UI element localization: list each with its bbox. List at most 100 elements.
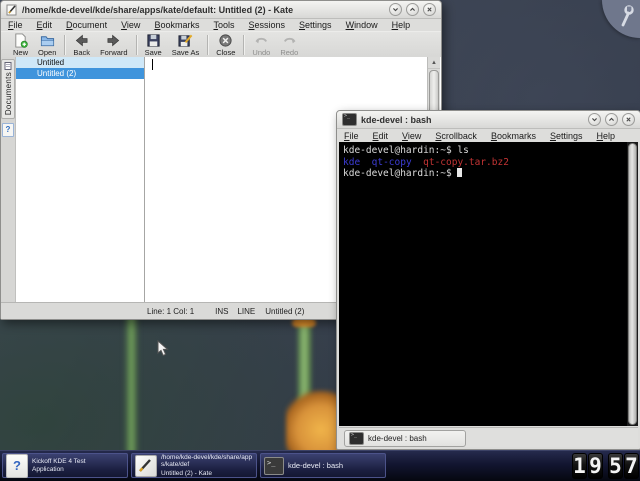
help-icon[interactable]: ? xyxy=(2,123,14,137)
close-button[interactable] xyxy=(423,3,436,16)
konsole-menu-edit[interactable]: Edit xyxy=(366,130,396,142)
status-selection-mode: LINE xyxy=(237,307,255,316)
kate-menu-help[interactable]: Help xyxy=(385,19,418,31)
toolbar-label: Save xyxy=(145,49,162,57)
kate-menu-document[interactable]: Document xyxy=(59,19,114,31)
kate-icon xyxy=(135,455,157,477)
kate-menu-bookmarks[interactable]: Bookmarks xyxy=(147,19,206,31)
redo-button[interactable]: Redo xyxy=(275,32,303,58)
clock-digit: 7 xyxy=(624,453,639,479)
minimize-button[interactable] xyxy=(389,3,402,16)
kate-menu-edit[interactable]: Edit xyxy=(30,19,60,31)
kate-window-title: /home/kde-devel/kde/share/apps/kate/defa… xyxy=(22,5,385,15)
pencil-icon xyxy=(138,458,153,473)
taskbar-item-konsole[interactable]: >_ kde-devel : bash xyxy=(260,453,386,478)
undo-icon xyxy=(254,33,269,48)
minimize-icon xyxy=(591,116,598,123)
konsole-window-title: kde-devel : bash xyxy=(361,115,584,125)
konsole-menu-scrollback[interactable]: Scrollback xyxy=(428,130,484,142)
maximize-button[interactable] xyxy=(605,113,618,126)
terminal-line: kde qt-copy qt-copy.tar.bz2 xyxy=(343,157,634,169)
close-document-button[interactable]: Close xyxy=(211,32,240,58)
konsole-menubar: FileEditViewScrollbackBookmarksSettingsH… xyxy=(337,129,640,143)
toolbar-label: Open xyxy=(38,49,56,57)
minimize-button[interactable] xyxy=(588,113,601,126)
maximize-button[interactable] xyxy=(406,3,419,16)
status-insert-mode: INS xyxy=(215,307,228,316)
kate-app-icon xyxy=(6,4,18,16)
open-folder-icon xyxy=(40,33,55,48)
taskbar-item-kate[interactable]: /home/kde-devel/kde/share/apps/kate/def … xyxy=(131,453,257,478)
status-cursor-position: Line: 1 Col: 1 xyxy=(147,307,194,316)
kate-menu-sessions[interactable]: Sessions xyxy=(241,19,292,31)
toolbar-label: Undo xyxy=(252,49,270,57)
forward-button[interactable]: Forward xyxy=(95,32,133,58)
documents-tab-label: Documents xyxy=(4,72,13,115)
kate-menu-view[interactable]: View xyxy=(114,19,147,31)
scrollbar-thumb[interactable] xyxy=(628,143,637,425)
toolbar-separator xyxy=(243,35,244,55)
kate-titlebar[interactable]: /home/kde-devel/kde/share/apps/kate/defa… xyxy=(1,1,441,19)
back-arrow-icon xyxy=(74,33,89,48)
session-tab[interactable]: >_ kde-devel : bash xyxy=(344,430,466,447)
digital-clock[interactable]: 1957 xyxy=(572,453,639,479)
konsole-menu-help[interactable]: Help xyxy=(590,130,623,142)
documents-icon xyxy=(4,62,12,70)
terminal-scrollbar[interactable] xyxy=(627,142,638,426)
document-list-item[interactable]: Untitled xyxy=(16,57,144,68)
session-tab-label: kde-devel : bash xyxy=(368,434,427,443)
wallpaper-flower xyxy=(286,390,342,454)
kate-menu-settings[interactable]: Settings xyxy=(292,19,339,31)
clock-digit: 5 xyxy=(608,453,623,479)
taskbar-item-kickoff[interactable]: ? Kickoff KDE 4 Test Application xyxy=(2,453,128,478)
back-button[interactable]: Back xyxy=(68,32,95,58)
konsole-menu-bookmarks[interactable]: Bookmarks xyxy=(484,130,543,142)
new-button[interactable]: New xyxy=(8,32,33,58)
konsole-titlebar[interactable]: >_ kde-devel : bash xyxy=(337,111,640,129)
redo-icon xyxy=(282,33,297,48)
kate-menu-window[interactable]: Window xyxy=(339,19,385,31)
toolbar-separator xyxy=(136,35,137,55)
clock-digit: 9 xyxy=(588,453,603,479)
document-list-item[interactable]: Untitled (2) xyxy=(16,68,144,79)
taskbar-panel: ? Kickoff KDE 4 Test Application /home/k… xyxy=(0,450,640,481)
toolbar-label: New xyxy=(13,49,28,57)
close-icon xyxy=(625,116,632,123)
open-button[interactable]: Open xyxy=(33,32,61,58)
close-icon xyxy=(426,6,433,13)
scroll-up-arrow[interactable]: ▲ xyxy=(428,57,440,69)
terminal-line: kde-devel@hardin:~$ ls xyxy=(343,145,634,157)
mouse-cursor xyxy=(157,340,170,357)
save-floppy-icon xyxy=(146,33,161,48)
toolbar-separator xyxy=(207,35,208,55)
task-label-line2: Application xyxy=(32,466,86,474)
new-document-icon xyxy=(13,33,28,48)
save-button[interactable]: Save xyxy=(140,32,167,58)
toolbar-label: Save As xyxy=(172,49,200,57)
kate-menu-tools[interactable]: Tools xyxy=(206,19,241,31)
terminal-icon: >_ xyxy=(349,432,364,445)
konsole-menu-file[interactable]: File xyxy=(337,130,366,142)
toolbar-label: Back xyxy=(73,49,90,57)
task-label-line1: Kickoff KDE 4 Test xyxy=(32,458,86,466)
documents-tool-tab[interactable]: Documents xyxy=(1,59,15,119)
terminal-output[interactable]: kde-devel@hardin:~$ lskde qt-copy qt-cop… xyxy=(339,142,638,426)
minimize-icon xyxy=(392,6,399,13)
konsole-menu-settings[interactable]: Settings xyxy=(543,130,590,142)
kate-menubar: FileEditDocumentViewBookmarksToolsSessio… xyxy=(1,19,441,31)
forward-arrow-icon xyxy=(106,33,121,48)
kate-toolbar: New Open Back Forward xyxy=(1,31,441,59)
konsole-menu-view[interactable]: View xyxy=(395,130,428,142)
maximize-icon xyxy=(608,116,615,123)
task-label-line2: Untitled (2) - Kate xyxy=(161,470,253,478)
task-label-line1: /home/kde-devel/kde/share/apps/kate/def xyxy=(161,454,253,469)
close-button[interactable] xyxy=(622,113,635,126)
toolbar-label: Forward xyxy=(100,49,128,57)
kate-menu-file[interactable]: File xyxy=(1,19,30,31)
toolbar-label: Close xyxy=(216,49,235,57)
save-as-button[interactable]: Save As xyxy=(167,32,205,58)
undo-button[interactable]: Undo xyxy=(247,32,275,58)
wrench-icon xyxy=(619,5,634,27)
close-circle-icon xyxy=(218,33,233,48)
text-caret xyxy=(152,59,153,70)
